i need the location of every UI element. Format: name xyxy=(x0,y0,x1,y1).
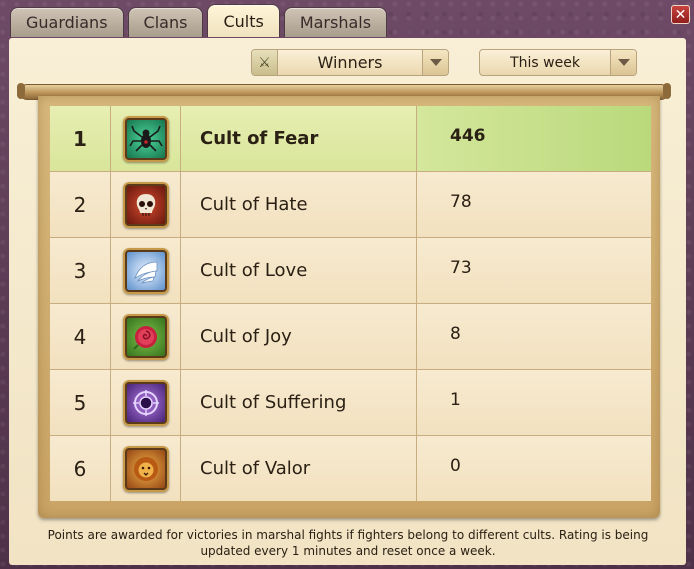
tab-marshals[interactable]: Marshals xyxy=(283,7,388,37)
tab-clans[interactable]: Clans xyxy=(127,7,204,37)
cult-name: Cult of Hate xyxy=(181,172,417,237)
table-row[interactable]: 6 Cult of Valor 0 xyxy=(50,436,651,501)
ranking-table: 1 Cult of Fear 446 2 Cult of Hate 78 3 C… xyxy=(50,106,651,501)
tab-guardians[interactable]: Guardians xyxy=(10,7,124,37)
rose-icon xyxy=(122,313,169,360)
score-cell: 73 xyxy=(450,257,472,278)
cult-name: Cult of Fear xyxy=(181,106,417,171)
tab-bar: Guardians Clans Cults Marshals xyxy=(10,4,388,38)
score-cell: 446 xyxy=(417,106,651,171)
lion-icon xyxy=(122,445,169,492)
wing-icon xyxy=(122,247,169,294)
crossed-swords-icon: ⚔ xyxy=(252,50,278,75)
spider-icon xyxy=(122,115,169,162)
category-value: Winners xyxy=(317,53,383,72)
score-cell: 0 xyxy=(450,455,461,476)
chevron-down-icon[interactable] xyxy=(422,50,448,75)
period-dropdown[interactable]: This week xyxy=(479,49,637,76)
rank-cell: 5 xyxy=(50,370,111,435)
cult-name: Cult of Valor xyxy=(181,436,417,501)
rank-cell: 1 xyxy=(50,106,111,171)
chevron-down-icon[interactable] xyxy=(610,50,636,75)
cult-name: Cult of Love xyxy=(181,238,417,303)
cage-icon xyxy=(122,379,169,426)
score-cell: 8 xyxy=(450,323,461,344)
skull-icon xyxy=(122,181,169,228)
footer-note: Points are awarded for victories in mars… xyxy=(47,528,649,558)
rank-cell: 6 xyxy=(50,436,111,501)
tab-cults[interactable]: Cults xyxy=(207,4,280,37)
close-button[interactable]: ✕ xyxy=(671,5,690,24)
table-row[interactable]: 2 Cult of Hate 78 xyxy=(50,172,651,237)
rank-cell: 4 xyxy=(50,304,111,369)
table-row[interactable]: 4 Cult of Joy 8 xyxy=(50,304,651,369)
cult-name: Cult of Suffering xyxy=(181,370,417,435)
rank-cell: 3 xyxy=(50,238,111,303)
table-row[interactable]: 1 Cult of Fear 446 xyxy=(50,106,651,171)
score-cell: 1 xyxy=(450,389,461,410)
table-row[interactable]: 5 Cult of Suffering 1 xyxy=(50,370,651,435)
period-value: This week xyxy=(510,54,580,71)
category-dropdown[interactable]: ⚔ Winners xyxy=(251,49,449,76)
table-row[interactable]: 3 Cult of Love 73 xyxy=(50,238,651,303)
cult-name: Cult of Joy xyxy=(181,304,417,369)
rank-cell: 2 xyxy=(50,172,111,237)
score-cell: 78 xyxy=(450,191,472,212)
